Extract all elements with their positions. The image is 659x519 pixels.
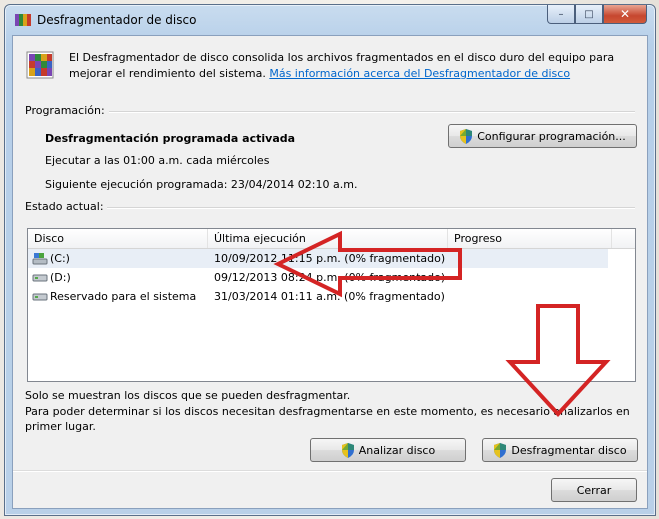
disk-row-c[interactable]: (C:) 10/09/2012 11:15 p.m. (0% fragmenta…	[28, 249, 608, 268]
dialog-body: El Desfragmentador de disco consolida lo…	[12, 35, 648, 509]
hard-drive-icon	[32, 293, 48, 301]
configure-schedule-label: Configurar programación...	[477, 129, 626, 143]
close-window-button[interactable]: ✕	[603, 5, 647, 24]
maximize-icon: □	[584, 8, 594, 20]
column-header-last-run[interactable]: Última ejecución	[208, 229, 448, 248]
intro-text: El Desfragmentador de disco consolida lo…	[69, 50, 629, 82]
disk-list[interactable]: Disco Última ejecución Progreso (C:) 10/…	[27, 228, 636, 382]
close-button-label: Cerrar	[576, 483, 612, 497]
window-controls: – □ ✕	[547, 5, 647, 24]
defragmenter-icon	[26, 51, 54, 79]
close-button[interactable]: Cerrar	[551, 478, 637, 502]
schedule-run-time: Ejecutar a las 01:00 a.m. cada miércoles	[45, 154, 270, 167]
configure-schedule-button[interactable]: Configurar programación...	[448, 124, 637, 148]
disk-last-run: 31/03/2014 01:11 a.m. (0% fragmentado)	[214, 290, 445, 303]
current-status-section-label: Estado actual:	[25, 200, 104, 213]
current-status-separator	[107, 207, 635, 209]
disk-last-run: 09/12/2013 08:24 p.m. (0% fragmentado)	[214, 271, 446, 284]
column-header-disk[interactable]: Disco	[28, 229, 208, 248]
minimize-icon: –	[558, 8, 564, 20]
disk-list-header: Disco Última ejecución Progreso	[28, 229, 635, 249]
uac-shield-icon	[460, 128, 473, 144]
analyze-disk-button[interactable]: Analizar disco	[310, 438, 466, 462]
maximize-button[interactable]: □	[575, 5, 603, 24]
footer-separator	[13, 470, 647, 472]
uac-shield-icon	[494, 442, 507, 458]
analyze-disk-label: Analizar disco	[358, 443, 436, 457]
note-analyze-first: Para poder determinar si los discos nece…	[25, 405, 630, 433]
defragment-disk-button[interactable]: Desfragmentar disco	[482, 438, 638, 462]
defragmenter-title-icon	[15, 14, 31, 26]
title-bar[interactable]: Desfragmentador de disco – □ ✕	[5, 5, 655, 35]
more-info-link[interactable]: Más información acerca del Desfragmentad…	[269, 67, 570, 80]
minimize-button[interactable]: –	[547, 5, 575, 24]
close-icon: ✕	[619, 7, 631, 21]
window-title: Desfragmentador de disco	[37, 13, 197, 27]
defragmenter-window: Desfragmentador de disco – □ ✕ El Desfra…	[4, 4, 656, 516]
defragment-disk-label: Desfragmentar disco	[511, 443, 627, 457]
disk-name: (C:)	[50, 252, 70, 265]
disk-row-d[interactable]: (D:) 09/12/2013 08:24 p.m. (0% fragmenta…	[28, 268, 608, 287]
column-header-progress[interactable]: Progreso	[448, 229, 612, 248]
hard-drive-icon	[32, 274, 48, 282]
disk-name: (D:)	[50, 271, 71, 284]
system-drive-icon	[32, 253, 48, 265]
disk-name: Reservado para el sistema	[50, 290, 197, 303]
schedule-separator	[109, 111, 635, 113]
schedule-section-label: Programación:	[25, 104, 105, 117]
disk-last-run: 10/09/2012 11:15 p.m. (0% fragmentado)	[214, 252, 446, 265]
schedule-status: Desfragmentación programada activada	[45, 132, 296, 145]
uac-shield-icon	[341, 442, 354, 458]
disk-row-system-reserved[interactable]: Reservado para el sistema 31/03/2014 01:…	[28, 287, 608, 306]
note-defragmentable-only: Solo se muestran los discos que se puede…	[25, 389, 351, 402]
next-scheduled-run: Siguiente ejecución programada: 23/04/20…	[45, 178, 358, 191]
